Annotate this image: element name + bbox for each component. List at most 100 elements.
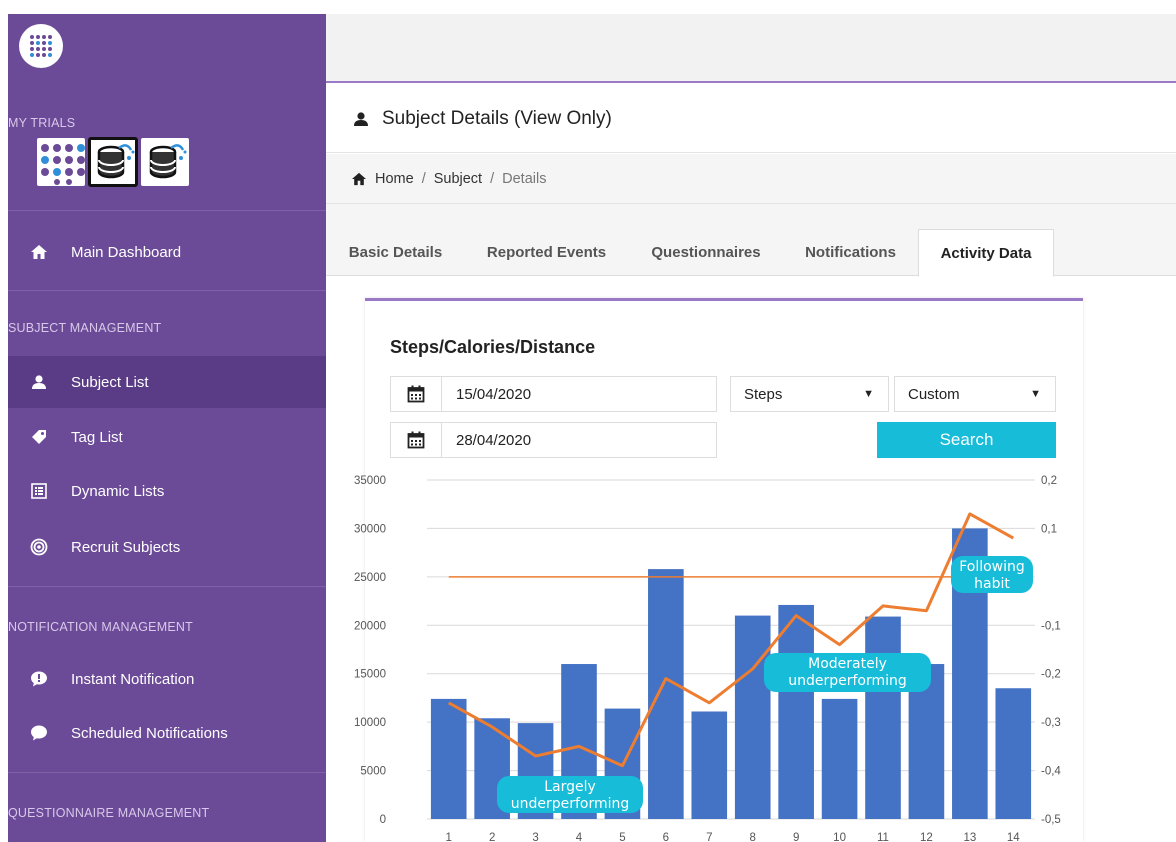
y-tick-label: 35000 (354, 475, 386, 487)
breadcrumb: Home / Subject / Details (326, 154, 1176, 204)
breadcrumb-home[interactable]: Home (375, 171, 414, 187)
y-axis-left: 0 5000 10000 15000 20000 25000 30000 35000 (354, 475, 386, 826)
sidebar-item-scheduled-notifications[interactable]: Scheduled Notifications (8, 707, 326, 759)
range-select[interactable]: Custom ▼ (894, 376, 1056, 412)
y2-tick-label: -0,5 (1041, 814, 1061, 826)
bar (648, 569, 684, 819)
y2-tick-label: 0,1 (1041, 523, 1057, 535)
divider (8, 772, 326, 773)
list-icon (29, 481, 49, 501)
sidebar-item-label: Dynamic Lists (71, 482, 165, 500)
tab-bar: Basic Details Reported Events Questionna… (326, 204, 1176, 277)
callout-text: Following (959, 559, 1025, 575)
tag-icon (29, 427, 49, 447)
x-tick-label: 8 (750, 832, 756, 842)
card-title: Steps/Calories/Distance (390, 337, 596, 357)
divider (8, 586, 326, 587)
trial-list (37, 137, 189, 187)
x-tick-label: 13 (963, 832, 976, 842)
bar (865, 616, 901, 819)
y-tick-label: 10000 (354, 717, 386, 729)
bar (821, 698, 858, 819)
y2-tick-label: -0,4 (1041, 766, 1061, 778)
page-header: Subject Details (View Only) (326, 85, 1176, 153)
tab-activity-data[interactable]: Activity Data (918, 229, 1054, 277)
callout-text: Moderately (808, 656, 887, 672)
user-icon (353, 111, 369, 127)
annotation-callout: Followinghabit (951, 556, 1033, 593)
chat-bubble-icon (29, 723, 49, 743)
y-tick-label: 15000 (354, 669, 386, 681)
sidebar-item-tag-list[interactable]: Tag List (8, 411, 326, 463)
app-logo[interactable] (19, 24, 63, 68)
divider (8, 290, 326, 291)
x-tick-label: 3 (532, 832, 538, 842)
start-date-calendar-button[interactable] (390, 376, 442, 412)
y2-tick-label: -0,1 (1041, 620, 1061, 632)
x-tick-label: 1 (446, 832, 452, 842)
sidebar-item-recruit-subjects[interactable]: Recruit Subjects (8, 521, 326, 573)
range-select-value: Custom (908, 385, 960, 403)
sidebar-item-label: Scheduled Notifications (71, 724, 228, 742)
tab-reported-events[interactable]: Reported Events (483, 229, 610, 276)
y2-tick-label: 0,2 (1041, 475, 1057, 487)
metric-select-value: Steps (744, 385, 783, 403)
annotation-callout: Largelyunderperforming (497, 776, 643, 813)
home-icon (351, 172, 367, 186)
alert-bubble-icon (29, 669, 49, 689)
bar (691, 711, 728, 819)
caret-down-icon: ▼ (1030, 388, 1041, 400)
sidebar-item-instant-notification[interactable]: Instant Notification (8, 653, 326, 705)
sidebar-item-dynamic-lists[interactable]: Dynamic Lists (8, 465, 326, 517)
breadcrumb-separator: / (490, 170, 495, 187)
y-tick-label: 25000 (354, 572, 386, 584)
y-tick-label: 0 (380, 814, 386, 826)
trial-logo-database-icon[interactable] (141, 138, 189, 186)
callout-text: habit (974, 576, 1010, 592)
bar (778, 604, 814, 819)
y-tick-label: 20000 (354, 620, 386, 632)
tab-basic-details[interactable]: Basic Details (346, 229, 445, 276)
tab-notifications[interactable]: Notifications (802, 229, 899, 276)
user-icon (29, 372, 49, 392)
logo-dots-icon (30, 35, 52, 57)
top-bar (326, 14, 1176, 83)
y-axis-right: -0,5 -0,4 -0,3 -0,2 -0,1 0,1 0,2 (1041, 475, 1061, 826)
home-icon (29, 242, 49, 262)
trial-logo-database-icon[interactable] (88, 137, 138, 187)
x-tick-label: 10 (833, 832, 846, 842)
breadcrumb-subject[interactable]: Subject (434, 171, 482, 187)
metric-select[interactable]: Steps ▼ (730, 376, 889, 412)
sidebar-item-main-dashboard[interactable]: Main Dashboard (8, 226, 326, 278)
bar (430, 698, 467, 819)
sidebar-item-label: Instant Notification (71, 670, 195, 688)
sidebar-item-subject-list[interactable]: Subject List (8, 356, 326, 408)
y2-tick-label: -0,3 (1041, 717, 1061, 729)
x-axis: 1 2 3 4 5 6 7 8 9 10 11 12 13 14 (446, 832, 1021, 842)
x-tick-label: 2 (489, 832, 495, 842)
x-tick-label: 9 (793, 832, 799, 842)
y-tick-label: 30000 (354, 523, 386, 535)
page-title: Subject Details (View Only) (382, 107, 612, 129)
x-tick-label: 6 (663, 832, 669, 842)
x-tick-label: 7 (706, 832, 712, 842)
y-tick-label: 5000 (360, 766, 386, 778)
x-tick-label: 5 (619, 832, 625, 842)
end-date-calendar-button[interactable] (390, 422, 442, 458)
callout-text: underperforming (788, 673, 907, 689)
activity-chart: 0 5000 10000 15000 20000 25000 30000 35000 -0,5… (354, 475, 1061, 842)
callout-text: underperforming (511, 796, 630, 812)
tab-questionnaires[interactable]: Questionnaires (648, 229, 764, 276)
x-tick-label: 14 (1007, 832, 1020, 842)
end-date-input[interactable]: 28/04/2020 (441, 422, 717, 458)
y2-tick-label: -0,2 (1041, 669, 1061, 681)
sidebar-item-label: Tag List (71, 428, 123, 446)
x-tick-label: 11 (877, 832, 889, 842)
search-button[interactable]: Search (877, 422, 1056, 458)
start-date-input[interactable]: 15/04/2020 (441, 376, 717, 412)
bar (734, 615, 771, 819)
sidebar-item-label: Main Dashboard (71, 243, 182, 261)
trial-logo-dots-icon[interactable] (37, 138, 85, 186)
x-tick-label: 12 (920, 832, 933, 842)
sidebar-item-label: Recruit Subjects (71, 538, 181, 556)
